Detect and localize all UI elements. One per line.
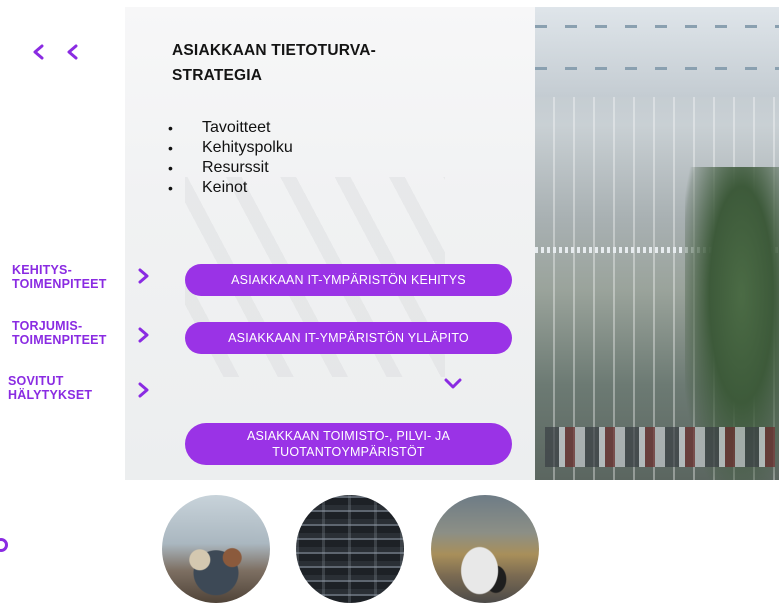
side-nav-sovitut-halytykset[interactable]: SOVITUT HÄLYTYKSET [8, 374, 92, 402]
server-rack-image [296, 495, 404, 603]
side-nav-label: TOIMENPITEET [12, 333, 107, 347]
side-nav-label: SOVITUT [8, 374, 64, 388]
office-image [162, 495, 270, 603]
environments-button-label: ASIAKKAAN TOIMISTO-, PILVI- JA [246, 429, 451, 443]
side-nav-kehitystoimenpiteet[interactable]: KEHITYS- TOIMENPITEET [12, 263, 107, 291]
list-item: Kehityspolku [168, 138, 293, 158]
it-development-button[interactable]: ASIAKKAAN IT-YMPÄRISTÖN KEHITYS [185, 264, 512, 296]
it-maintenance-button[interactable]: ASIAKKAAN IT-YMPÄRISTÖN YLLÄPITO [185, 322, 512, 354]
parked-cars [545, 427, 775, 467]
chevron-down-icon[interactable] [443, 377, 463, 391]
page-title: ASIAKKAAN TIETOTURVA- STRATEGIA [172, 38, 472, 88]
side-nav-label: KEHITYS- [12, 263, 72, 277]
ring-icon [0, 538, 8, 552]
building-roof [535, 7, 779, 97]
side-nav-label: TOIMENPITEET [12, 277, 107, 291]
page-title-line: ASIAKKAAN TIETOTURVA- [172, 42, 376, 59]
side-nav-torjumistoimenpiteet[interactable]: TORJUMIS- TOIMENPITEET [12, 319, 107, 347]
list-item: Resurssit [168, 158, 293, 178]
environments-button-label: TUOTANTOYMPÄRISTÖT [272, 445, 425, 459]
side-nav-label: HÄLYTYKSET [8, 388, 93, 402]
chevron-left-icon[interactable] [65, 44, 81, 60]
chevron-right-icon[interactable] [137, 327, 151, 343]
side-nav-label: TORJUMIS- [12, 319, 83, 333]
chevron-right-icon[interactable] [137, 382, 151, 398]
aerial-photo [535, 7, 779, 480]
chevron-left-icon[interactable] [31, 44, 47, 60]
production-plant-image [431, 495, 539, 603]
strategy-bullet-list: Tavoitteet Kehityspolku Resurssit Keinot [168, 118, 293, 198]
list-item: Tavoitteet [168, 118, 293, 138]
list-item: Keinot [168, 178, 293, 198]
page-title-line: STRATEGIA [172, 67, 263, 84]
chevron-right-icon[interactable] [137, 268, 151, 284]
environments-button[interactable]: ASIAKKAAN TOIMISTO-, PILVI- JA TUOTANTOY… [185, 423, 512, 465]
